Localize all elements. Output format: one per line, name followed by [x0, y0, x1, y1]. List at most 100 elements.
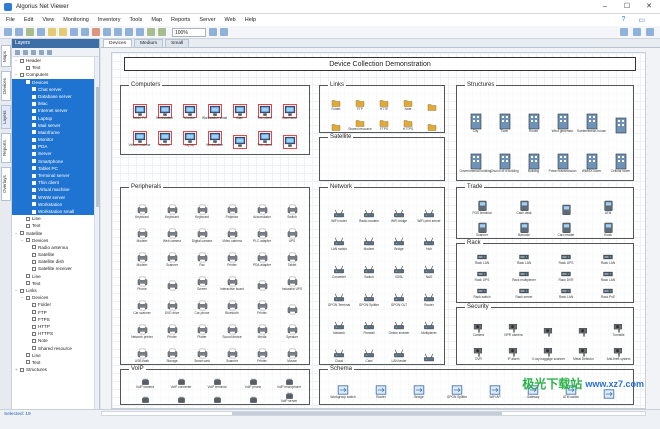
- layer-tree-item[interactable]: Text: [12, 64, 99, 71]
- device-node[interactable]: Keyboard: [187, 196, 217, 220]
- device-node[interactable]: Note: [396, 92, 420, 112]
- layer-tree-item[interactable]: Satellite receiver: [12, 265, 99, 272]
- line-tool-icon[interactable]: [26, 28, 34, 36]
- device-node[interactable]: Barcode: [503, 216, 545, 238]
- device-node[interactable]: Anti-theft system: [601, 338, 636, 362]
- device-node[interactable]: Media: [247, 316, 277, 340]
- device-node[interactable]: Switch: [277, 196, 307, 220]
- device-node[interactable]: DVR: [461, 338, 496, 362]
- device-node[interactable]: Cloud: [324, 336, 354, 364]
- expand-toggle-icon[interactable]: −: [15, 287, 19, 294]
- layer-tree-item[interactable]: PDA: [12, 143, 99, 151]
- horizontal-scrollbar[interactable]: [101, 411, 646, 416]
- text-tool-icon[interactable]: [37, 28, 45, 36]
- side-tab-devices[interactable]: Devices: [1, 71, 11, 101]
- device-node[interactable]: Sound device: [217, 316, 247, 340]
- layer-visibility-checkbox[interactable]: [26, 274, 30, 279]
- layer-visibility-checkbox[interactable]: [32, 144, 36, 149]
- layer-visibility-checkbox[interactable]: [32, 202, 36, 207]
- layer-tree-item[interactable]: Text: [12, 359, 99, 366]
- layer-tree-item[interactable]: Line: [12, 215, 99, 222]
- device-node[interactable]: WiFi print server: [414, 196, 444, 224]
- layer-tree-item[interactable]: Tablet PC: [12, 164, 99, 172]
- layer-tree-item[interactable]: Mainframe: [12, 128, 99, 137]
- layer-visibility-checkbox[interactable]: [32, 94, 36, 99]
- device-node[interactable]: [157, 268, 187, 292]
- device-group-network[interactable]: Network WiFi router Radio modem WiFi bridge…: [319, 184, 445, 365]
- expand-toggle-icon[interactable]: −: [15, 230, 19, 237]
- device-node[interactable]: Network: [324, 308, 354, 336]
- device-node[interactable]: Phone: [127, 268, 157, 292]
- device-node[interactable]: Workstation small: [202, 94, 227, 121]
- layer-visibility-checkbox[interactable]: [32, 324, 36, 329]
- device-node[interactable]: VoIP camera: [127, 376, 163, 390]
- device-node[interactable]: GPON Terminal: [324, 280, 354, 308]
- device-node[interactable]: ATM: [587, 194, 629, 216]
- camera-icon[interactable]: [633, 28, 641, 36]
- diagram-title[interactable]: Device Collection Demonstration: [124, 57, 636, 71]
- device-node[interactable]: FTPS: [372, 112, 396, 132]
- device-node[interactable]: [227, 121, 252, 149]
- device-node[interactable]: [277, 292, 307, 316]
- device-node[interactable]: Speaker: [277, 316, 307, 340]
- expand-toggle-icon[interactable]: −: [21, 79, 25, 86]
- layer-tree-item[interactable]: HTTP: [12, 323, 99, 330]
- device-node[interactable]: Web camera: [157, 220, 187, 244]
- device-node[interactable]: VoIP terminal: [199, 376, 235, 390]
- device-node[interactable]: Turnstile: [601, 314, 636, 338]
- print-icon[interactable]: [81, 28, 89, 36]
- device-node[interactable]: Converter: [324, 252, 354, 280]
- new-map-icon[interactable]: [48, 28, 56, 36]
- device-node[interactable]: Accumulator: [247, 196, 277, 220]
- device-node[interactable]: Workstation: [202, 121, 227, 148]
- layer-tree-item[interactable]: Server: [12, 150, 99, 158]
- device-node[interactable]: Metal Detector: [566, 338, 601, 362]
- cut-icon[interactable]: [92, 28, 100, 36]
- layer-tree-item[interactable]: − Satellite: [12, 230, 99, 237]
- layer-visibility-checkbox[interactable]: [26, 223, 30, 228]
- device-node[interactable]: VDSL: [384, 252, 414, 280]
- save-icon[interactable]: [70, 28, 78, 36]
- device-node[interactable]: Fax: [187, 244, 217, 268]
- device-node[interactable]: Printer: [247, 292, 277, 316]
- device-node[interactable]: Digital camera: [187, 220, 217, 244]
- device-node[interactable]: [606, 94, 635, 134]
- side-tab-overlays[interactable]: Overlays: [1, 167, 11, 201]
- layer-tree-item[interactable]: − Devices: [12, 237, 99, 244]
- device-node[interactable]: Printer: [247, 340, 277, 364]
- layer-tree-item[interactable]: Terminal server: [12, 172, 99, 180]
- device-node[interactable]: Town: [490, 94, 519, 134]
- device-node[interactable]: Folder: [324, 92, 348, 112]
- layer-tree-item[interactable]: Satellite dish: [12, 258, 99, 265]
- zoom-select[interactable]: 100%: [172, 27, 206, 37]
- grid-icon[interactable]: [220, 28, 228, 36]
- device-node[interactable]: Interactive board: [217, 268, 247, 292]
- device-node[interactable]: WiMAX tower: [577, 134, 606, 174]
- layer-visibility-checkbox[interactable]: [32, 302, 36, 307]
- layer-tree-item[interactable]: Note: [12, 337, 99, 344]
- device-node[interactable]: [420, 112, 444, 132]
- device-node[interactable]: Mainframe: [277, 94, 302, 121]
- layer-visibility-checkbox[interactable]: [32, 180, 36, 185]
- doc-tab-small[interactable]: Small: [165, 39, 190, 47]
- device-node[interactable]: Modem: [354, 224, 384, 252]
- layer-visibility-checkbox[interactable]: [32, 123, 36, 128]
- search-icon[interactable]: [620, 28, 628, 36]
- device-node[interactable]: Rack multiplexer: [503, 266, 545, 283]
- device-node[interactable]: Cash desk: [503, 194, 545, 216]
- device-node[interactable]: Governmental building: [460, 134, 491, 174]
- layer-tree-item[interactable]: Database server: [12, 92, 99, 101]
- layer-visibility-checkbox[interactable]: [26, 353, 30, 358]
- map-canvas[interactable]: Device Collection Demonstration Computer…: [111, 52, 646, 409]
- expand-toggle-icon[interactable]: −: [21, 294, 25, 301]
- expand-toggle-icon[interactable]: −: [15, 71, 19, 78]
- layer-visibility-checkbox[interactable]: [20, 231, 24, 236]
- menu-item-map[interactable]: Map: [151, 17, 162, 23]
- device-node[interactable]: House: [519, 94, 548, 134]
- side-tab-maps[interactable]: Maps: [1, 45, 11, 67]
- device-node[interactable]: Bridge: [384, 224, 414, 252]
- layer-visibility-checkbox[interactable]: [32, 252, 36, 257]
- layer-tree-item[interactable]: + Structures: [12, 366, 99, 373]
- layer-visibility-checkbox[interactable]: [26, 238, 30, 243]
- device-node[interactable]: VoIP phone: [235, 376, 271, 390]
